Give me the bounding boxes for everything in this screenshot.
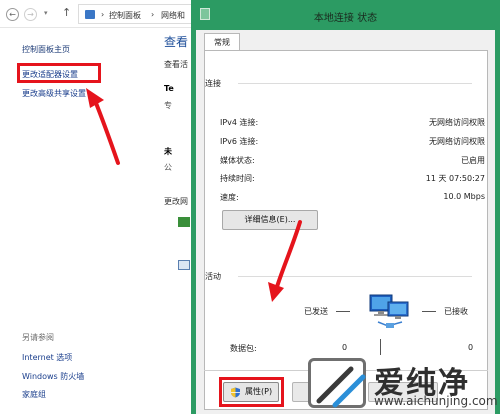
duration-label: 持续时间:: [220, 174, 255, 183]
change-network-fragment: 更改网: [164, 197, 188, 206]
watermark-url: www.aichunjing.com: [374, 394, 498, 408]
general-tab-panel: [204, 50, 488, 410]
ipv4-value: 无网络访问权限: [429, 118, 485, 127]
network-type-fragment: 专: [164, 101, 172, 110]
network-name-fragment: Te: [164, 84, 174, 93]
back-button[interactable]: ←: [6, 8, 19, 21]
page-title: 查看: [164, 35, 189, 49]
forward-button[interactable]: →: [24, 8, 37, 21]
network-type-fragment: 公: [164, 163, 172, 172]
ipv4-label: IPv4 连接:: [220, 118, 259, 127]
see-also-homegroup[interactable]: 家庭组: [22, 389, 46, 400]
details-button[interactable]: 详细信息(E)...: [222, 210, 318, 230]
sent-dash: [336, 311, 350, 312]
highlight-box-adapter: [17, 63, 101, 83]
dialog-title: 本地连接 状态: [313, 13, 378, 24]
see-also-internet-options[interactable]: Internet 选项: [22, 352, 72, 363]
address-box[interactable]: › 控制面板 › 网络和: [78, 4, 200, 24]
sent-label: 已发送: [304, 307, 328, 316]
group-divider: [238, 83, 472, 84]
connection-group-label: 连接: [205, 79, 221, 88]
network-activity-icon: [369, 294, 409, 328]
control-panel-icon: [85, 10, 95, 19]
watermark-logo-icon: [316, 366, 366, 408]
see-also-windows-firewall[interactable]: Windows 防火墙: [22, 371, 84, 382]
sidebar-advanced-sharing[interactable]: 更改高级共享设置: [22, 88, 86, 99]
network-name-fragment: 未: [164, 147, 172, 156]
see-also-heading: 另请参阅: [22, 333, 54, 342]
tab-general[interactable]: 常规: [204, 33, 240, 51]
ipv6-label: IPv6 连接:: [220, 137, 259, 146]
received-label: 已接收: [444, 307, 468, 316]
troubleshoot-icon[interactable]: [178, 260, 190, 270]
main-text-fragment: 查看活: [164, 60, 188, 69]
activity-group-label: 活动: [205, 272, 221, 281]
new-connection-icon[interactable]: [178, 217, 190, 227]
breadcrumb-network[interactable]: 网络和: [161, 10, 185, 21]
breadcrumb-separator: ›: [151, 10, 155, 19]
packets-sent-value: 0: [342, 343, 348, 352]
received-dash: [422, 311, 436, 312]
dialog-body: 常规 连接 IPv4 连接: 无网络访问权限 IPv6 连接: 无网络访问权限 …: [196, 30, 495, 414]
up-arrow-icon[interactable]: ↑: [62, 6, 71, 19]
address-bar: ← → ▾ ↑ › 控制面板 › 网络和: [0, 0, 200, 28]
breadcrumb-separator: ›: [101, 10, 105, 19]
packets-received-value: 0: [468, 343, 474, 352]
recent-dropdown-icon[interactable]: ▾: [44, 9, 48, 17]
packets-separator: [380, 339, 381, 355]
speed-value: 10.0 Mbps: [443, 192, 485, 201]
media-state-value: 已启用: [461, 156, 485, 165]
dialog-title-bar[interactable]: 本地连接 状态: [191, 0, 500, 30]
local-connection-status-dialog: 本地连接 状态 常规 连接 IPv4 连接: 无网络访问权限 IPv6 连接: …: [191, 0, 500, 414]
duration-value: 11 天 07:50:27: [425, 174, 485, 183]
highlight-box-properties: [219, 377, 284, 407]
speed-label: 速度:: [220, 193, 239, 202]
ipv6-value: 无网络访问权限: [429, 137, 485, 146]
watermark-logo: [308, 358, 366, 408]
group-divider: [238, 276, 472, 277]
breadcrumb-control-panel[interactable]: 控制面板: [109, 10, 141, 21]
sidebar-control-panel-home[interactable]: 控制面板主页: [22, 44, 70, 55]
media-state-label: 媒体状态:: [220, 156, 255, 165]
packets-label: 数据包:: [230, 344, 257, 353]
